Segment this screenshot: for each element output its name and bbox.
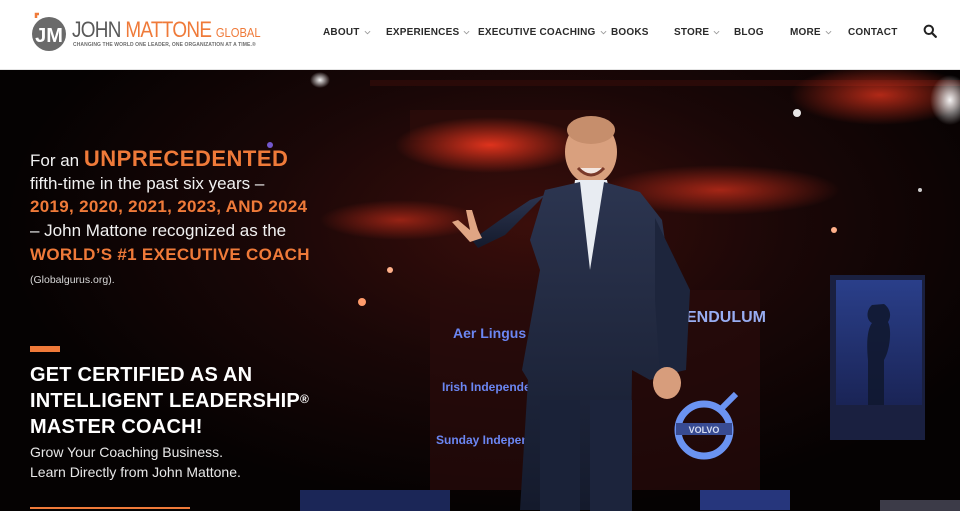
nav-item-blog[interactable]: BLOG (734, 25, 764, 39)
hero-intro-line1: For an UNPRECEDENTED (30, 147, 370, 172)
nav-label: ABOUT (323, 26, 360, 38)
nav-item-executive-coaching[interactable]: EXECUTIVE COACHING (478, 25, 607, 39)
hero-source: (Globalgurus.org). (30, 274, 115, 286)
nav-item-experiences[interactable]: EXPERIENCES (386, 25, 470, 39)
registered-mark: ® (299, 392, 310, 406)
stage-sign-pendulum: ENDULUM (686, 309, 766, 326)
orange-divider (30, 346, 60, 352)
logo-tagline: CHANGING THE WORLD ONE LEADER, ONE ORGAN… (73, 42, 256, 48)
cert-sub-line1: Grow Your Coaching Business. (30, 444, 223, 460)
nav-item-more[interactable]: MORE (790, 25, 832, 39)
hero-intro: For an UNPRECEDENTED fifth-time in the p… (30, 147, 370, 290)
main-nav: ABOUT EXPERIENCES EXECUTIVE COACHING BOO… (260, 0, 960, 64)
intro-prefix: For an (30, 151, 80, 170)
jm-logo-icon: JM (32, 12, 66, 51)
nav-item-store[interactable]: STORE (674, 25, 720, 39)
nav-label: BOOKS (611, 26, 649, 38)
chevron-down-icon (713, 30, 720, 34)
chevron-down-icon (825, 30, 832, 34)
cert-line1: GET CERTIFIED AS AN (30, 364, 253, 386)
stage-sign-irish-independent: Irish Independent (442, 380, 542, 394)
hero-cert-block: GET CERTIFIED AS AN INTELLIGENT LEADERSH… (30, 362, 309, 482)
intro-highlight: UNPRECEDENTED (83, 146, 289, 171)
hero-banner: Aer Lingus ENDULUM Irish Independent Sun… (0, 70, 960, 511)
nav-label: MORE (790, 26, 821, 38)
nav-item-contact[interactable]: CONTACT (848, 25, 898, 39)
hero-intro-line2: fifth-time in the past six years – (30, 174, 265, 193)
chevron-down-icon (463, 30, 470, 34)
cert-sub-line2: Learn Directly from John Mattone. (30, 464, 241, 480)
stage-sign-volvo: VOLVO (689, 425, 720, 435)
nav-label: CONTACT (848, 26, 898, 38)
cert-line3: MASTER COACH! (30, 416, 203, 438)
nav-label: BLOG (734, 26, 764, 38)
hero-intro-line4: – John Mattone recognized as the (30, 221, 287, 240)
logo-mark-text: JM (35, 25, 63, 47)
hero-years: 2019, 2020, 2021, 2023, AND 2024 (30, 197, 308, 216)
site-logo[interactable]: JM JOHN MATTONE GLOBAL CHANGING THE WORL… (30, 9, 270, 57)
nav-item-books[interactable]: BOOKS (611, 25, 649, 39)
nav-label: EXPERIENCES (386, 26, 460, 38)
cert-heading[interactable]: GET CERTIFIED AS AN INTELLIGENT LEADERSH… (30, 362, 309, 440)
cert-subtext: Grow Your Coaching Business. Learn Direc… (30, 442, 309, 482)
nav-label: EXECUTIVE COACHING (478, 26, 596, 38)
chevron-down-icon (364, 30, 370, 34)
cert-line2: INTELLIGENT LEADERSHIP® (30, 388, 309, 414)
stage-sign-aer-lingus: Aer Lingus (453, 325, 526, 341)
logo-first-name: JOHN (72, 17, 121, 42)
cta-underline (30, 507, 190, 509)
cert-line2-text: INTELLIGENT LEADERSHIP (30, 390, 300, 412)
nav-label: STORE (674, 26, 710, 38)
search-icon[interactable] (923, 24, 937, 38)
logo-suffix: GLOBAL (215, 25, 261, 40)
site-header: JM JOHN MATTONE GLOBAL CHANGING THE WORL… (0, 0, 960, 70)
logo-wordmark: JOHN MATTONE GLOBAL (72, 19, 261, 44)
chevron-down-icon (600, 30, 606, 34)
hero-recognition: WORLD’S #1 EXECUTIVE COACH (30, 245, 310, 264)
logo-last-name: MATTONE (125, 17, 212, 42)
nav-item-about[interactable]: ABOUT (323, 25, 371, 39)
